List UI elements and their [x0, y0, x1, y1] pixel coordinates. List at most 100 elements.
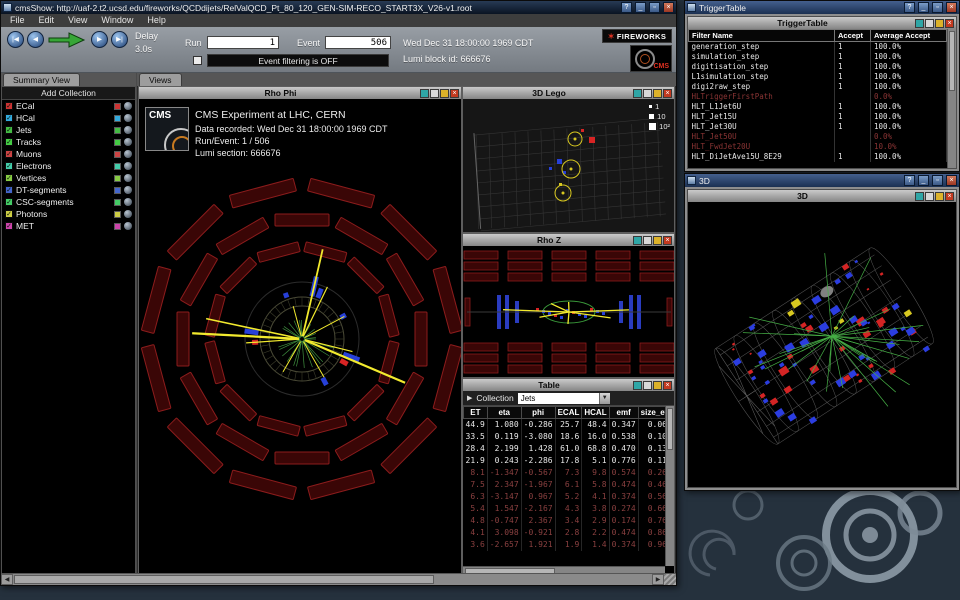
close-button[interactable]: ×: [663, 2, 674, 13]
rho-phi-canvas[interactable]: CMS CMS Experiment at LHC, CERN Data rec…: [139, 99, 461, 575]
collection-color-swatch[interactable]: [114, 187, 121, 194]
table-header[interactable]: Table ×: [463, 379, 674, 391]
scroll-left-icon[interactable]: ◀: [1, 574, 13, 585]
scroll-right-icon[interactable]: ▶: [652, 574, 664, 585]
collection-row-met[interactable]: ✓MET: [2, 220, 135, 232]
collection-row-jets[interactable]: ✓Jets: [2, 124, 135, 136]
trigger-vertical-scrollbar[interactable]: [947, 29, 956, 168]
close-view-icon[interactable]: ×: [945, 19, 954, 28]
collection-options-icon[interactable]: [124, 222, 132, 230]
add-collection-button[interactable]: Add Collection: [2, 87, 135, 100]
jets-table-row[interactable]: 3.6-2.6571.9211.91.40.3740.9620.4: [464, 539, 666, 551]
trigger-titlebar[interactable]: TriggerTable ? _ ▫ ×: [685, 1, 959, 14]
collection-row-vertices[interactable]: ✓Vertices: [2, 172, 135, 184]
rho-z-canvas[interactable]: [463, 246, 674, 377]
help-button[interactable]: ?: [621, 2, 632, 13]
collection-color-swatch[interactable]: [114, 199, 121, 206]
minimize-button[interactable]: _: [918, 2, 929, 13]
collection-visibility-checkbox[interactable]: ✓: [5, 138, 13, 146]
lego-header[interactable]: 3D Lego ×: [463, 87, 674, 99]
close-view-icon[interactable]: ×: [945, 192, 954, 201]
maximize-view-icon[interactable]: [653, 89, 662, 98]
collection-options-icon[interactable]: [124, 126, 132, 134]
menu-help[interactable]: Help: [140, 14, 173, 27]
main-bottom-scrollbar[interactable]: ◀ ▶: [1, 573, 676, 585]
undock-view-icon[interactable]: [925, 19, 934, 28]
main-titlebar[interactable]: cmsShow: http://uaf-2.t2.ucsd.edu/firewo…: [1, 1, 676, 14]
maximize-view-icon[interactable]: [440, 89, 449, 98]
collection-color-swatch[interactable]: [114, 223, 121, 230]
collection-options-icon[interactable]: [124, 174, 132, 182]
collection-row-tracks[interactable]: ✓Tracks: [2, 136, 135, 148]
jets-table-row[interactable]: 33.50.119-3.08018.616.00.5380.1000.1: [464, 431, 666, 443]
collection-dropdown[interactable]: Jets ▼: [518, 393, 610, 404]
maximize-view-icon[interactable]: [935, 19, 944, 28]
view-3d-inner-header[interactable]: 3D ×: [688, 190, 956, 202]
trigger-row[interactable]: HLT_DiJetAve15U_8E291100.0%: [689, 152, 947, 162]
collection-color-swatch[interactable]: [114, 151, 121, 158]
maximize-view-icon[interactable]: [935, 192, 944, 201]
swap-view-icon[interactable]: [420, 89, 429, 98]
collapse-caret-icon[interactable]: ▶: [467, 394, 472, 402]
collection-options-icon[interactable]: [124, 162, 132, 170]
menu-view[interactable]: View: [61, 14, 94, 27]
jets-table-row[interactable]: 6.3-3.1470.9675.24.10.3740.5620.2: [464, 491, 666, 503]
close-view-icon[interactable]: ×: [663, 381, 672, 390]
collection-row-hcal[interactable]: ✓HCal: [2, 112, 135, 124]
collection-row-ecal[interactable]: ✓ECal: [2, 100, 135, 112]
help-button[interactable]: ?: [904, 175, 915, 186]
jets-column-ECAL[interactable]: ECAL: [555, 407, 582, 419]
jets-table-row[interactable]: 8.1-1.347-0.5677.39.80.5740.2620.1: [464, 467, 666, 479]
collection-visibility-checkbox[interactable]: ✓: [5, 186, 13, 194]
collection-visibility-checkbox[interactable]: ✓: [5, 114, 13, 122]
collection-options-icon[interactable]: [124, 138, 132, 146]
jets-table-row[interactable]: 44.91.080-0.28625.748.40.3470.0620.0: [464, 419, 666, 431]
event-filter-checkbox[interactable]: [193, 56, 202, 65]
trigger-row[interactable]: digitisation_step1100.0%: [689, 62, 947, 72]
jets-column-HCAL[interactable]: HCAL: [582, 407, 609, 419]
undock-view-icon[interactable]: [643, 89, 652, 98]
rho-z-header[interactable]: Rho Z ×: [463, 234, 674, 246]
trigger-column-average-accept[interactable]: Average Accept: [871, 30, 947, 42]
trigger-row[interactable]: generation_step1100.0%: [689, 42, 947, 53]
rho-phi-header[interactable]: Rho Phi ×: [139, 87, 461, 99]
swap-view-icon[interactable]: [633, 236, 642, 245]
undock-view-icon[interactable]: [430, 89, 439, 98]
trigger-row[interactable]: L1simulation_step1100.0%: [689, 72, 947, 82]
event-input[interactable]: [325, 36, 391, 49]
trigger-row[interactable]: HLT_FwdJet20U10.0%: [689, 142, 947, 152]
trigger-inner-header[interactable]: TriggerTable ×: [688, 17, 956, 29]
resize-grip[interactable]: [664, 574, 676, 585]
view-3d-canvas[interactable]: [688, 202, 956, 487]
trigger-row[interactable]: HLT_Jet50U0.0%: [689, 132, 947, 142]
trigger-row[interactable]: HLT_Jet30U1100.0%: [689, 122, 947, 132]
collection-row-dt-segments[interactable]: ✓DT-segments: [2, 184, 135, 196]
close-view-icon[interactable]: ×: [450, 89, 459, 98]
collection-visibility-checkbox[interactable]: ✓: [5, 222, 13, 230]
collection-visibility-checkbox[interactable]: ✓: [5, 198, 13, 206]
collection-options-icon[interactable]: [124, 102, 132, 110]
menu-file[interactable]: File: [3, 14, 32, 27]
collection-row-electrons[interactable]: ✓Electrons: [2, 160, 135, 172]
trigger-row[interactable]: HLT_L1Jet6U1100.0%: [689, 102, 947, 112]
help-button[interactable]: ?: [904, 2, 915, 13]
jets-table-row[interactable]: 4.13.098-0.9212.82.20.4740.862-nan: [464, 527, 666, 539]
close-view-icon[interactable]: ×: [663, 236, 672, 245]
tab-summary-view[interactable]: Summary View: [3, 73, 80, 86]
menu-edit[interactable]: Edit: [32, 14, 62, 27]
jets-table-row[interactable]: 7.52.347-1.9676.15.80.4740.4620.2: [464, 479, 666, 491]
collection-options-icon[interactable]: [124, 186, 132, 194]
collection-color-swatch[interactable]: [114, 139, 121, 146]
jets-column-ET[interactable]: ET: [464, 407, 488, 419]
collection-color-swatch[interactable]: [114, 127, 121, 134]
collection-options-icon[interactable]: [124, 198, 132, 206]
play-forward-icon[interactable]: [47, 30, 87, 50]
undock-view-icon[interactable]: [643, 381, 652, 390]
collection-row-muons[interactable]: ✓Muons: [2, 148, 135, 160]
collection-color-swatch[interactable]: [114, 103, 121, 110]
next-event-button[interactable]: ▶: [91, 31, 108, 48]
close-button[interactable]: ×: [946, 175, 957, 186]
maximize-view-icon[interactable]: [653, 236, 662, 245]
trigger-row[interactable]: digi2raw_step1100.0%: [689, 82, 947, 92]
maximize-button[interactable]: ▫: [649, 2, 660, 13]
